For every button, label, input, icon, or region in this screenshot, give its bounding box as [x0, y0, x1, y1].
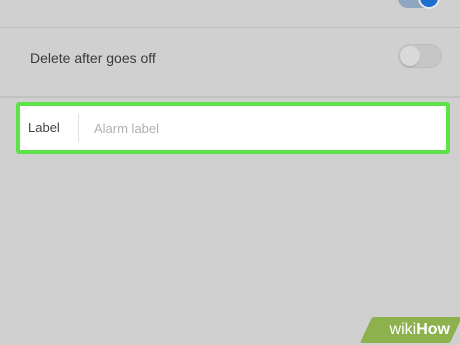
alarm-label-input[interactable]	[94, 115, 424, 141]
toggle-knob	[418, 0, 440, 9]
alarm-label-field[interactable]: Label	[16, 102, 450, 154]
field-separator	[78, 114, 79, 142]
partial-settings-row	[0, 0, 460, 28]
delete-after-toggle[interactable]	[398, 44, 442, 68]
watermark-how: How	[416, 321, 450, 338]
alarm-settings-screen: Delete after goes off Label wiki How	[0, 0, 460, 345]
partial-row-toggle[interactable]	[398, 0, 440, 9]
delete-after-row[interactable]: Delete after goes off	[0, 28, 460, 88]
delete-after-label: Delete after goes off	[30, 50, 156, 66]
section-divider	[0, 96, 460, 98]
label-field-title: Label	[28, 120, 60, 135]
watermark-wiki: wiki	[389, 321, 417, 338]
toggle-knob	[400, 46, 420, 66]
wikihow-watermark: wiki How	[359, 317, 460, 343]
